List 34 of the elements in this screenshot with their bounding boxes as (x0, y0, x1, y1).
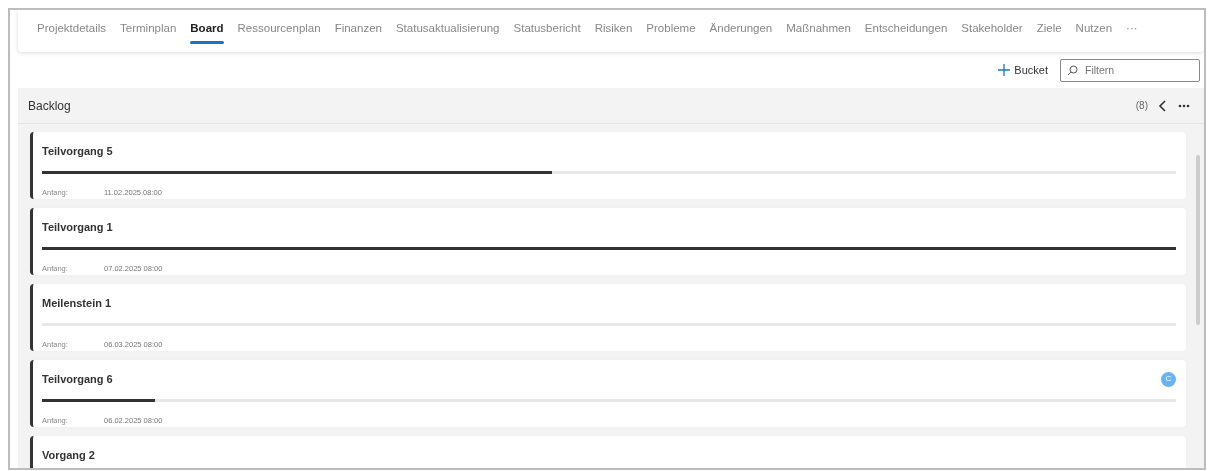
tab[interactable]: Board (183, 12, 231, 50)
filter-field[interactable]: Filtern (1060, 58, 1200, 82)
card-title: Teilvorgang 1 (42, 220, 113, 235)
tab[interactable]: Statusbericht (506, 12, 588, 50)
tab[interactable]: Finanzen (327, 12, 389, 50)
tab[interactable]: Entscheidungen (857, 12, 955, 50)
task-card[interactable]: Vorgang 2 (30, 436, 1186, 468)
collapse-button[interactable] (1156, 99, 1168, 112)
more-icon (1178, 103, 1190, 108)
tab[interactable]: Terminplan (113, 12, 184, 50)
tab[interactable]: Maßnahmen (779, 12, 858, 50)
card-title: Vorgang 2 (42, 448, 95, 463)
tab[interactable]: ··· (1119, 12, 1145, 50)
tab[interactable]: Änderungen (702, 12, 780, 50)
tab[interactable]: Nutzen (1068, 12, 1120, 50)
avatar: C (1161, 371, 1176, 387)
bucket-title: Backlog (28, 97, 71, 115)
card-title: Teilvorgang 5 (42, 144, 113, 159)
tab[interactable]: Stakeholder (954, 12, 1030, 50)
search-icon (1067, 64, 1078, 76)
chevron-left-icon (1158, 99, 1166, 112)
card-title: Meilenstein 1 (42, 296, 112, 311)
add-bucket-button[interactable]: Bucket (996, 59, 1050, 81)
tab[interactable]: Ressourcenplan (230, 12, 328, 50)
tab[interactable]: Probleme (639, 12, 703, 50)
more-button[interactable] (1176, 103, 1192, 108)
tab[interactable]: Statusaktualisierung (388, 12, 507, 50)
card-count: (8) (1135, 99, 1148, 113)
tab[interactable]: Projektdetails (30, 12, 114, 50)
tab[interactable]: Risiken (587, 12, 640, 50)
tab[interactable]: Ziele (1029, 12, 1069, 50)
card-title: Teilvorgang 6 (42, 372, 113, 387)
scrollbar[interactable] (1196, 155, 1200, 325)
plus-icon (998, 64, 1011, 76)
